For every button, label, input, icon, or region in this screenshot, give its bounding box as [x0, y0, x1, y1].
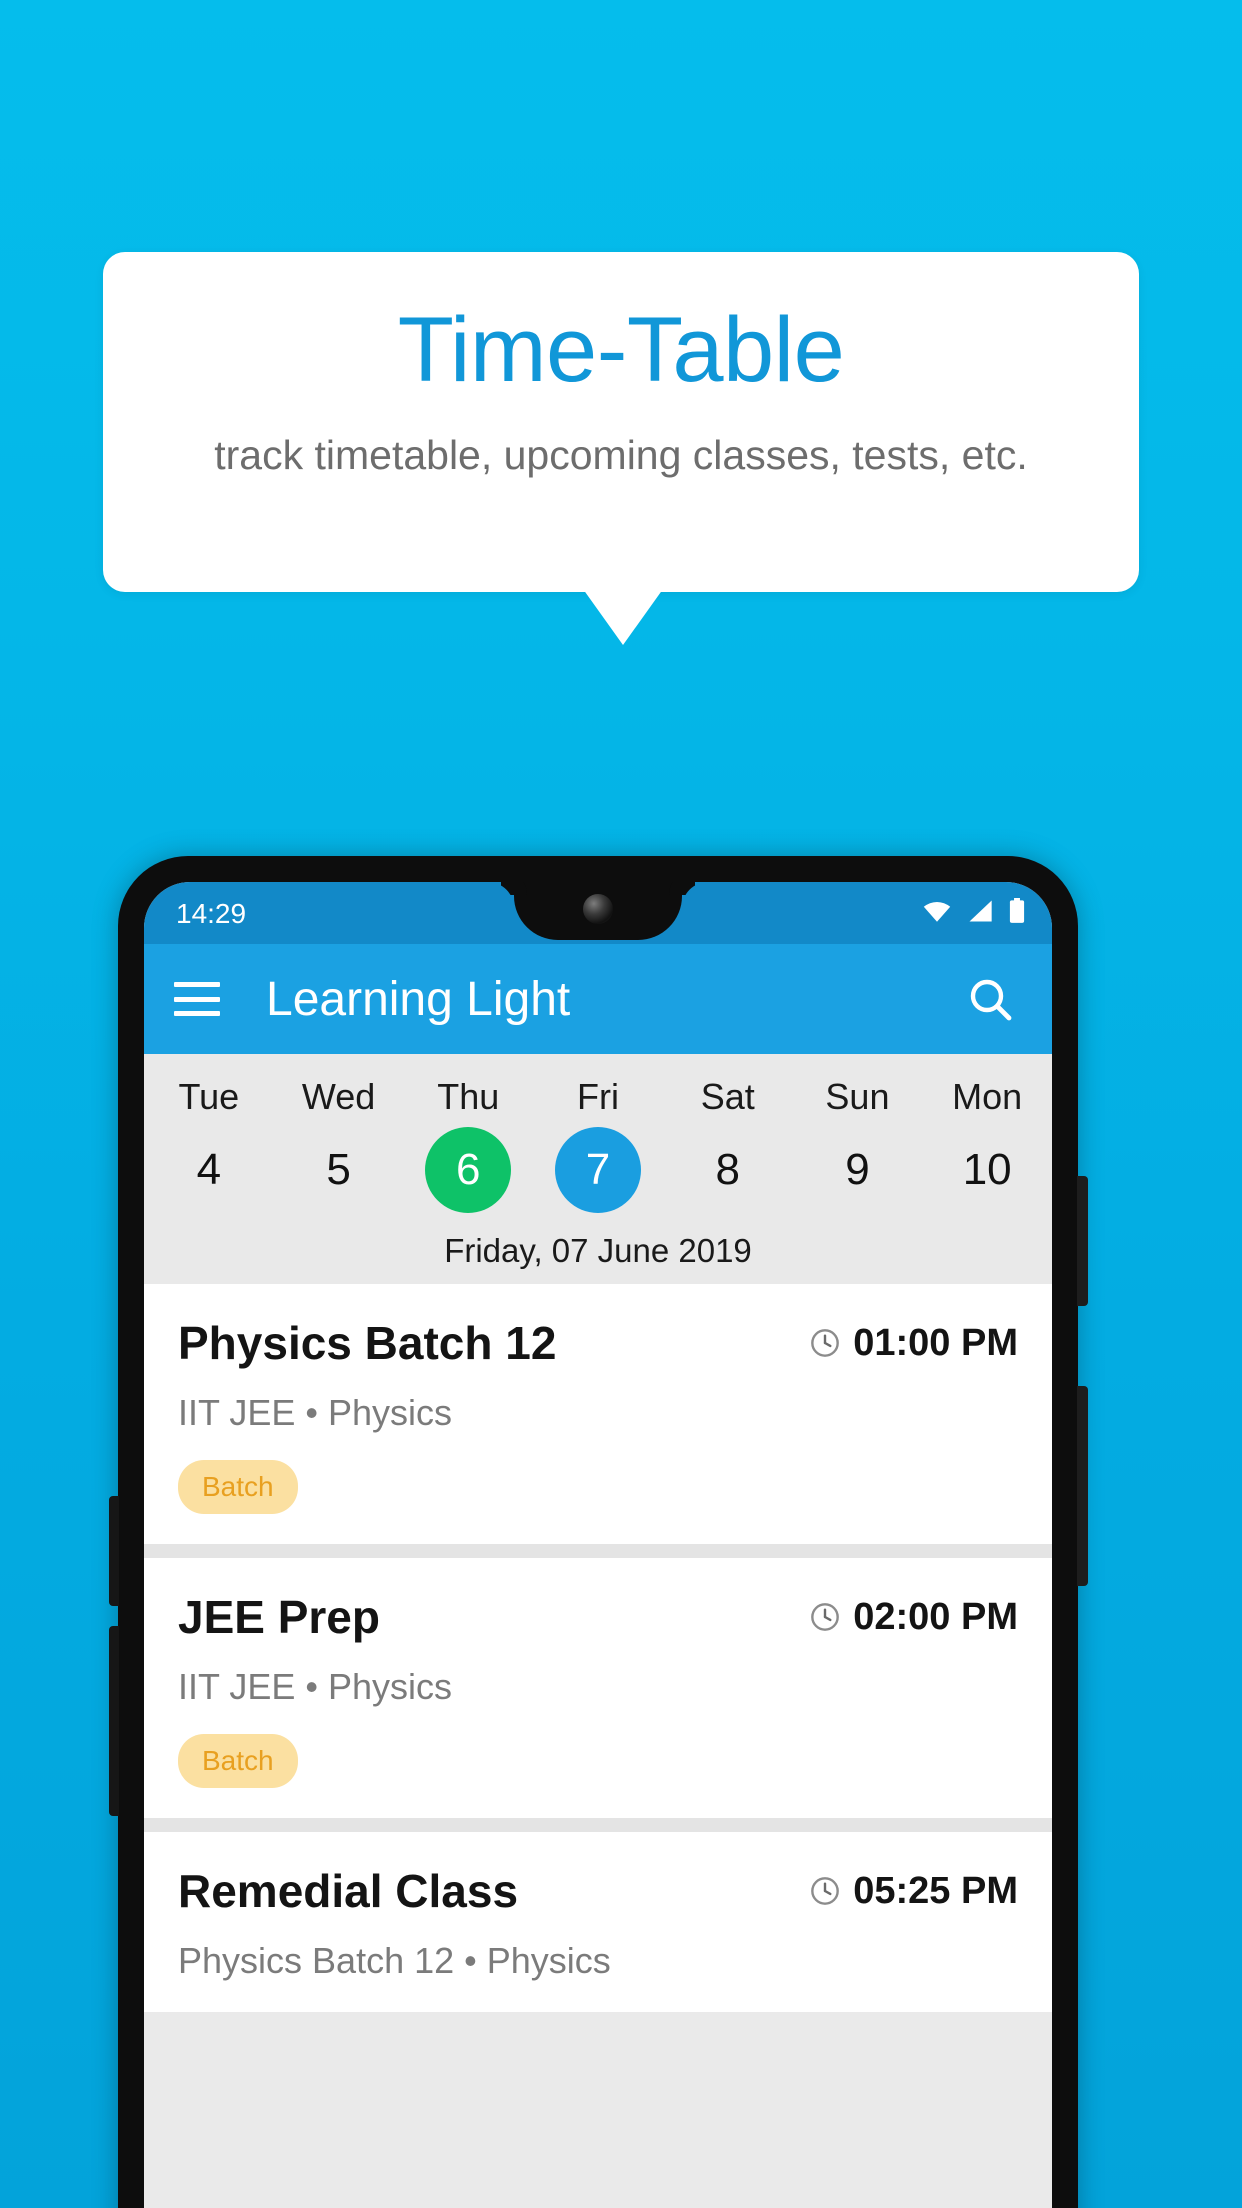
- weekday-label: Sun: [825, 1076, 890, 1117]
- day-cell-8[interactable]: 8: [663, 1124, 793, 1216]
- promo-title: Time-Table: [397, 299, 845, 401]
- class-title: Remedial Class: [178, 1865, 519, 1917]
- class-time: 01:00 PM: [853, 1321, 1018, 1364]
- day-number-row: 4 5 6 7 8 9 10: [144, 1124, 1052, 1216]
- class-time: 02:00 PM: [853, 1595, 1018, 1638]
- day-number: 4: [196, 1145, 222, 1194]
- clock-icon: [811, 1877, 840, 1905]
- day-cell-4[interactable]: 4: [144, 1124, 274, 1216]
- status-bar-icons: [922, 898, 1026, 924]
- promo-subtitle: track timetable, upcoming classes, tests…: [214, 432, 1028, 478]
- bubble-tail: [583, 589, 663, 645]
- date-strip: Tue Wed Thu Fri Sat Sun Mon 4 5 6 7 8 9 …: [144, 1054, 1052, 1284]
- class-card-header: JEE Prep 02:00 PM: [178, 1590, 1018, 1644]
- day-cell-7[interactable]: 7: [533, 1124, 663, 1216]
- day-number: 10: [962, 1145, 1012, 1194]
- weekday-label: Thu: [437, 1076, 500, 1117]
- signal-icon: [969, 900, 992, 922]
- app-title: Learning Light: [266, 972, 571, 1026]
- weekday-label: Wed: [301, 1076, 376, 1117]
- day-cell-9[interactable]: 9: [793, 1124, 923, 1216]
- day-number-selected: 7: [555, 1127, 642, 1213]
- day-number: 9: [845, 1145, 870, 1194]
- class-card-header: Physics Batch 12 01:00 PM: [178, 1316, 1018, 1370]
- day-number: 5: [326, 1145, 351, 1194]
- weekday-label: Fri: [577, 1076, 619, 1117]
- class-subtitle: Physics Batch 12 • Physics: [178, 1940, 611, 1981]
- class-time: 05:25 PM: [853, 1869, 1018, 1912]
- class-time-group: 01:00 PM: [809, 1322, 1018, 1365]
- class-card[interactable]: Remedial Class 05:25 PM Physics Batch 12…: [144, 1832, 1052, 2012]
- battery-icon: [1009, 898, 1025, 923]
- phone-notch: [514, 882, 682, 940]
- class-time-group: 02:00 PM: [809, 1596, 1018, 1639]
- phone-button-left-upper: [109, 1496, 119, 1606]
- phone-button-right-upper: [1077, 1176, 1088, 1306]
- class-card[interactable]: JEE Prep 02:00 PM IIT JEE • Physics Batc…: [144, 1558, 1052, 1818]
- phone-button-right-lower: [1077, 1386, 1088, 1586]
- app-bar: Learning Light: [144, 944, 1052, 1054]
- class-subtitle: IIT JEE • Physics: [178, 1666, 453, 1707]
- phone-screen: 14:29 Learning Light Tue Wed Thu Fri Sat…: [144, 882, 1052, 2208]
- weekday-label: Tue: [178, 1076, 240, 1117]
- hamburger-menu-icon[interactable]: [174, 982, 220, 1016]
- class-list: Physics Batch 12 01:00 PM IIT JEE • Phys…: [144, 1284, 1052, 2012]
- clock-icon: [811, 1329, 840, 1357]
- phone-mockup: 14:29 Learning Light Tue Wed Thu Fri Sat…: [109, 856, 1088, 2208]
- weekday-label: Mon: [952, 1076, 1023, 1117]
- class-title: Physics Batch 12: [178, 1317, 557, 1369]
- class-time-group: 05:25 PM: [809, 1870, 1018, 1913]
- front-camera-icon: [583, 894, 613, 924]
- day-cell-5[interactable]: 5: [274, 1124, 404, 1216]
- class-card-header: Remedial Class 05:25 PM: [178, 1864, 1018, 1918]
- class-card[interactable]: Physics Batch 12 01:00 PM IIT JEE • Phys…: [144, 1284, 1052, 1544]
- phone-button-left-lower: [109, 1626, 119, 1816]
- class-badge: Batch: [178, 1734, 298, 1788]
- status-bar: 14:29: [144, 882, 1052, 944]
- selected-date-label: Friday, 07 June 2019: [444, 1232, 752, 1269]
- wifi-icon: [923, 901, 951, 922]
- weekday-label: Sat: [700, 1076, 755, 1117]
- promo-callout-bubble: Time-Table track timetable, upcoming cla…: [103, 252, 1139, 592]
- status-bar-time: 14:29: [176, 898, 247, 929]
- clock-icon: [811, 1603, 840, 1631]
- class-subtitle: IIT JEE • Physics: [178, 1392, 453, 1433]
- day-cell-10[interactable]: 10: [922, 1124, 1052, 1216]
- day-cell-6[interactable]: 6: [403, 1124, 533, 1216]
- class-badge: Batch: [178, 1460, 298, 1514]
- day-number: 8: [715, 1145, 740, 1194]
- promo-screenshot: Time-Table track timetable, upcoming cla…: [0, 0, 1242, 2208]
- weekday-row: Tue Wed Thu Fri Sat Sun Mon: [144, 1066, 1052, 1124]
- search-icon[interactable]: [966, 975, 1014, 1023]
- class-title: JEE Prep: [178, 1591, 380, 1643]
- day-number-today: 6: [425, 1127, 512, 1213]
